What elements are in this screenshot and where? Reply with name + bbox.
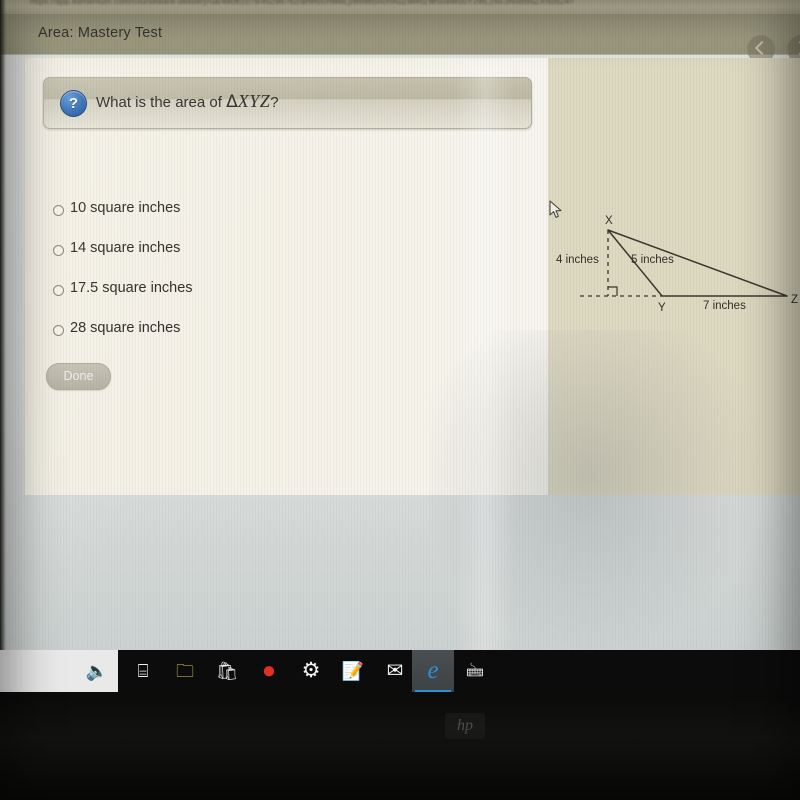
question-prompt-prefix: What is the area of: [96, 94, 227, 111]
triangle-diagram: X Y Z 4 inches 5 inches 7 inches: [548, 58, 800, 495]
vertex-label-x: X: [605, 215, 613, 227]
screen-left-edge-shadow: [0, 0, 6, 650]
radio-button-1[interactable]: [53, 245, 64, 256]
height-label: 4 inches: [556, 254, 599, 266]
diagram-panel: X Y Z 4 inches 5 inches 7 inches: [548, 58, 800, 495]
red-app-glyph: ●: [261, 657, 277, 684]
calculator-icon[interactable]: 🖮: [454, 650, 496, 692]
answer-option-label-3: 28 square inches: [70, 320, 181, 336]
vertex-label-y: Y: [658, 302, 666, 314]
question-panel: ? What is the area of ΔXYZ? 10 square in…: [25, 58, 548, 495]
answer-option-label-1: 14 square inches: [70, 240, 181, 256]
microsoft-store-icon[interactable]: 🛍: [206, 650, 248, 692]
hp-logo-text: hp: [457, 717, 473, 734]
page-title: Area: Mastery Test: [38, 25, 163, 41]
answer-option-label-2: 17.5 square inches: [70, 280, 193, 296]
microsoft-edge-glyph: e: [427, 657, 439, 684]
done-button[interactable]: Done: [46, 363, 111, 390]
question-vertices: XYZ: [237, 91, 271, 111]
vertex-label-z: Z: [791, 294, 798, 306]
task-view-icon[interactable]: ⌸: [122, 650, 164, 692]
screen-area: https://app.edmentum.com/courseware-deli…: [0, 0, 800, 650]
question-mark-icon[interactable]: ?: [60, 90, 87, 117]
chevron-left-icon: [754, 40, 770, 56]
answer-option-label-0: 10 square inches: [70, 200, 181, 216]
question-prompt: What is the area of ΔXYZ?: [96, 91, 279, 112]
browser-url-text: https://app.edmentum.com/courseware-deli…: [30, 0, 575, 6]
settings-gear-icon[interactable]: ⚙: [290, 650, 332, 692]
browser-url-strip[interactable]: https://app.edmentum.com/courseware-deli…: [0, 0, 800, 14]
app-header-bar: Area: Mastery Test: [0, 14, 800, 63]
task-view-glyph: ⌸: [137, 661, 149, 681]
microsoft-store-glyph: 🛍: [215, 661, 239, 681]
side-xy-label: 5 inches: [631, 254, 674, 266]
file-explorer-icon[interactable]: 🗀: [164, 650, 206, 692]
microphone-glyph: 🔈: [85, 661, 109, 681]
microphone-icon[interactable]: 🔈: [76, 650, 118, 692]
done-button-label: Done: [63, 369, 94, 383]
question-prompt-suffix: ?: [270, 94, 279, 111]
calculator-glyph: 🖮: [466, 661, 484, 681]
base-yz-label: 7 inches: [703, 300, 746, 312]
search-box[interactable]: 🔈: [0, 650, 118, 692]
radio-button-2[interactable]: [53, 285, 64, 296]
mouse-pointer-icon: [549, 200, 563, 220]
question-header-bar: ? What is the area of ΔXYZ?: [43, 77, 532, 129]
file-explorer-glyph: 🗀: [176, 661, 194, 681]
microsoft-edge-icon[interactable]: e: [412, 650, 454, 692]
content-panel: ? What is the area of ΔXYZ? 10 square in…: [25, 58, 800, 495]
chevron-right-icon: [792, 40, 800, 56]
laptop-screen-photo: https://app.edmentum.com/courseware-deli…: [0, 0, 800, 800]
mail-glyph: ✉: [386, 660, 404, 682]
hp-logo: hp: [445, 713, 485, 739]
radio-button-0[interactable]: [53, 205, 64, 216]
windows-taskbar: 🔈 ⌸ 🗀 🛍 ● ⚙ 📝 ✉ e 🖮: [0, 650, 800, 695]
yellow-note-app-icon[interactable]: 📝: [332, 650, 374, 692]
question-mark-glyph: ?: [68, 95, 79, 112]
settings-gear-glyph: ⚙: [301, 659, 321, 682]
triangle-symbol: Δ: [226, 92, 238, 112]
radio-button-3[interactable]: [53, 325, 64, 336]
laptop-bezel: [0, 695, 800, 800]
red-app-icon[interactable]: ●: [248, 650, 290, 692]
yellow-note-app-glyph: 📝: [341, 661, 365, 681]
mail-icon[interactable]: ✉: [374, 650, 416, 692]
